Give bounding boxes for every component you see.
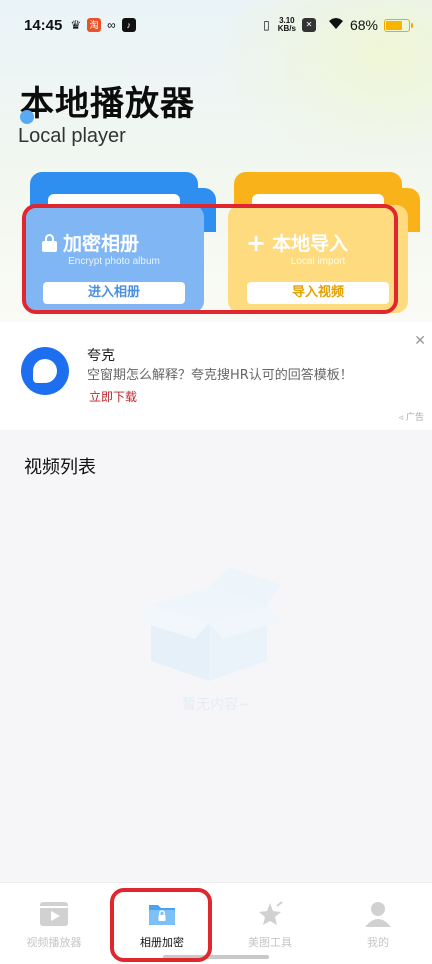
nav-item-beauty-tools[interactable]: 美图工具: [216, 883, 324, 964]
tiktok-icon: ♪: [121, 18, 136, 32]
nav-item-video-player[interactable]: 视频播放器: [0, 883, 108, 964]
highlight-outline-nav: [110, 888, 212, 962]
nav-label-beauty-tools: 美图工具: [248, 936, 292, 949]
quark-logo-icon: [21, 347, 69, 395]
ad-label: ◃ 广告: [398, 413, 424, 423]
ad-app-name: 夸克: [87, 348, 115, 364]
user-icon: [365, 902, 391, 927]
ad-banner[interactable]: 夸克 空窗期怎么解释？夸克搜HR认可的回答模板！ 立即下载 ✕ ◃ 广告: [0, 322, 432, 430]
page-subtitle: Local player: [18, 125, 126, 147]
magic-wand-icon: [259, 901, 283, 925]
status-time: 14:45: [24, 16, 63, 34]
app-notification-icon: 淘: [87, 18, 102, 32]
nav-label-video-player: 视频播放器: [26, 936, 82, 949]
empty-state-text: 暂无内容~: [182, 697, 250, 713]
status-right: ▯ 3.10 KB/s ✕ 68%: [263, 17, 413, 34]
battery-percent: 68%: [349, 17, 378, 33]
wifi-icon: [328, 17, 344, 34]
ad-download-link[interactable]: 立即下载: [89, 388, 137, 405]
page-title: 本地播放器: [20, 84, 195, 124]
crown-icon: ♛: [70, 18, 82, 32]
video-player-icon: [40, 902, 68, 926]
bottom-nav: 视频播放器 相册加密 美图工具 我的: [0, 882, 432, 964]
no-sim-icon: ✕: [301, 18, 316, 32]
nav-item-mine[interactable]: 我的: [324, 883, 432, 964]
network-speed-unit: KB/s: [277, 24, 296, 33]
close-icon[interactable]: ✕: [414, 334, 426, 348]
vibrate-icon: ▯: [263, 18, 270, 32]
title-decoration-dot: [20, 110, 34, 124]
network-speed: 3.10 KB/s: [278, 17, 296, 33]
ad-description: 空窗期怎么解释？夸克搜HR认可的回答模板！: [87, 368, 353, 383]
nav-label-mine: 我的: [367, 936, 389, 949]
battery-icon: [384, 18, 413, 32]
video-list-title: 视频列表: [24, 457, 96, 478]
link-icon: ∞: [107, 18, 116, 32]
highlight-outline-cards: [22, 204, 398, 314]
ad-label-text: 广告: [405, 413, 424, 423]
empty-box-icon: [137, 567, 281, 681]
status-bar: 14:45 ♛ 淘 ∞ ♪ ▯ 3.10 KB/s ✕ 68%: [0, 0, 432, 50]
